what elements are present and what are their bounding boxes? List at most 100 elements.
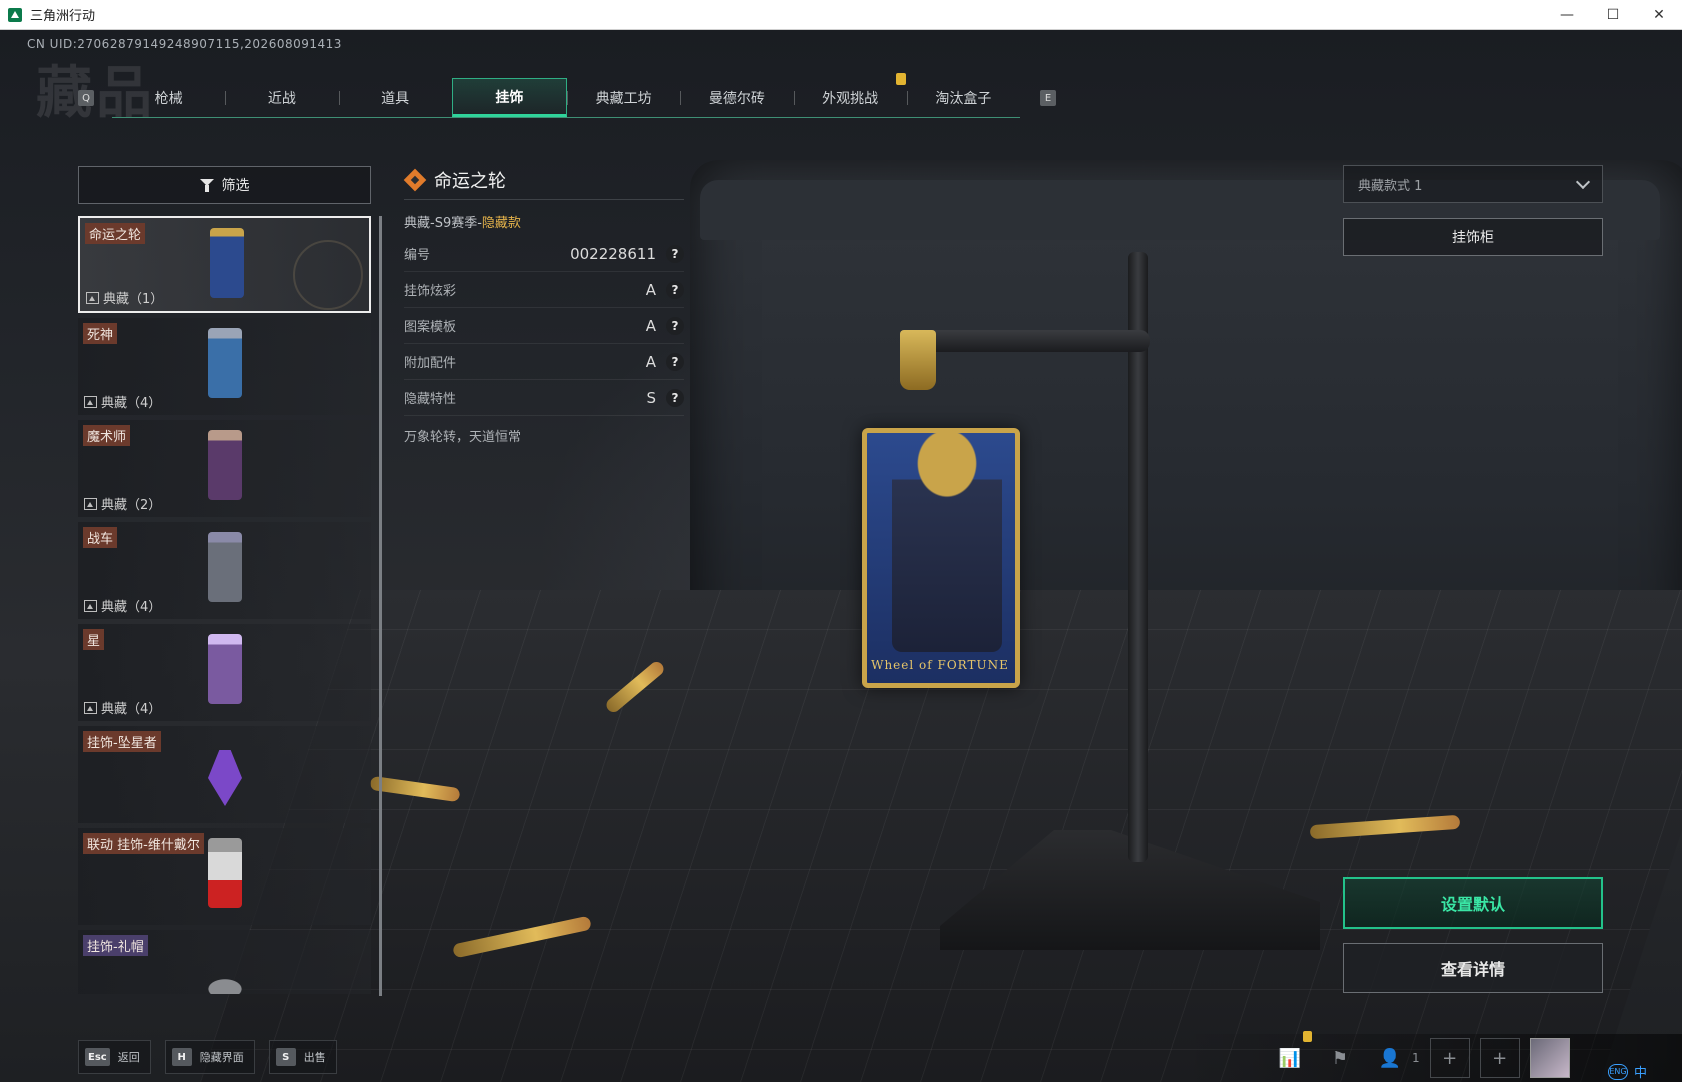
maximize-button[interactable]: ☐	[1590, 0, 1636, 30]
chevron-down-icon	[1575, 174, 1591, 189]
list-item[interactable]: 联动 挂饰-维什戴尔	[78, 828, 371, 925]
attr-value: A	[645, 316, 656, 335]
help-button[interactable]: ?	[666, 388, 684, 407]
sell-button[interactable]: S 出售	[268, 1040, 337, 1074]
status-bar: 📊 ⚑ 👤 1 + +	[1180, 1034, 1682, 1082]
item-name-tag: 死神	[83, 323, 118, 344]
list-item[interactable]: 挂饰-礼帽	[78, 930, 371, 994]
attr-label: 图案模板	[404, 320, 457, 335]
tab-appearance-challenge[interactable]: 外观挑战	[793, 78, 907, 117]
item-thumbnail	[208, 634, 242, 704]
player-avatar[interactable]	[1529, 1038, 1570, 1078]
tab-mandel-bricks[interactable]: 曼德尔砖	[680, 78, 793, 117]
attr-label: 挂饰炫彩	[404, 284, 457, 299]
item-name-tag: 战车	[83, 527, 118, 548]
tab-guns[interactable]: 枪械	[112, 78, 225, 117]
item-thumbnail	[208, 328, 242, 398]
attr-row-serial: 编号 002228611 ?	[404, 236, 684, 272]
help-button[interactable]: ?	[666, 244, 684, 263]
hint-label: 隐藏界面	[199, 1051, 244, 1064]
collection-icon	[84, 497, 97, 510]
item-emblem-watermark	[293, 240, 363, 310]
stats-icon[interactable]: 📊	[1270, 1038, 1310, 1078]
tab-notification-badge	[896, 73, 906, 85]
help-button[interactable]: ?	[666, 352, 684, 371]
detail-description: 万象轮转，天道恒常	[404, 430, 522, 445]
collection-icon	[84, 395, 97, 408]
tab-prev-key[interactable]: Q	[78, 90, 94, 106]
item-thumbnail	[208, 736, 242, 806]
item-thumbnail	[208, 532, 242, 602]
item-thumbnail	[208, 940, 242, 994]
ime-indicator[interactable]: ENG 中	[1608, 1062, 1647, 1081]
friends-icon[interactable]: 👤	[1370, 1038, 1410, 1078]
add-slot-button[interactable]: +	[1429, 1038, 1470, 1078]
hint-key: Esc	[85, 1048, 110, 1066]
item-count-label: 典藏（4）	[101, 396, 162, 411]
hide-ui-button[interactable]: H 隐藏界面	[164, 1040, 255, 1074]
tab-melee[interactable]: 近战	[225, 78, 338, 117]
item-count-label: 典藏（4）	[101, 600, 162, 615]
list-item[interactable]: 挂饰-坠星者	[78, 726, 371, 823]
detail-title: 命运之轮	[434, 170, 506, 192]
attr-value: S	[646, 388, 656, 407]
friends-count: 1	[1412, 1051, 1420, 1065]
item-thumbnail	[208, 430, 242, 500]
collection-icon	[84, 599, 97, 612]
item-collection-count: 典藏（4）	[84, 596, 161, 615]
style-select-value: 典藏款式 1	[1358, 178, 1423, 194]
list-item[interactable]: 战车 典藏（4）	[78, 522, 371, 619]
hint-label: 出售	[303, 1051, 326, 1064]
item-name-tag: 挂饰-礼帽	[83, 935, 148, 956]
rarity-diamond-icon	[404, 169, 426, 191]
tab-next-key[interactable]: E	[1040, 90, 1056, 106]
tab-elimination-box[interactable]: 淘汰盒子	[906, 78, 1020, 117]
window-title: 三角洲行动	[30, 9, 96, 24]
item-count-label: 典藏（1）	[103, 292, 164, 307]
add-slot-button[interactable]: +	[1479, 1038, 1520, 1078]
help-button[interactable]: ?	[666, 280, 684, 299]
collection-icon	[84, 701, 97, 714]
attr-label: 编号	[404, 248, 431, 263]
charm-list[interactable]: 命运之轮 典藏（1） 死神 典藏（4） 魔术师 典藏（2） 战车 典藏（4） 星	[78, 216, 371, 994]
charm-caption: Wheel of FORTUNE	[871, 658, 1009, 672]
item-collection-count: 典藏（1）	[86, 288, 163, 307]
list-scrollbar-thumb[interactable]	[379, 216, 382, 996]
charm-hook	[900, 330, 936, 390]
back-button[interactable]: Esc 返回	[78, 1040, 151, 1074]
item-thumbnail	[208, 838, 242, 908]
tab-workshop[interactable]: 典藏工坊	[567, 78, 680, 117]
style-select-dropdown[interactable]: 典藏款式 1	[1343, 165, 1603, 203]
minimize-button[interactable]: —	[1544, 0, 1590, 30]
close-button[interactable]: ✕	[1636, 0, 1682, 30]
attr-value: A	[645, 352, 656, 371]
view-details-button[interactable]: 查看详情	[1343, 943, 1603, 993]
hint-key: S	[275, 1048, 296, 1066]
list-item[interactable]: 命运之轮 典藏（1）	[78, 216, 371, 313]
ime-badge: ENG	[1608, 1063, 1628, 1080]
list-item[interactable]: 死神 典藏（4）	[78, 318, 371, 415]
collection-icon	[86, 291, 99, 304]
hidden-variant-tag: 隐藏款	[481, 216, 521, 231]
item-thumbnail	[210, 228, 244, 298]
item-name-tag: 魔术师	[83, 425, 131, 446]
item-collection-count: 典藏（2）	[84, 494, 161, 513]
attr-row-pattern: 图案模板 A ?	[404, 308, 684, 344]
window-titlebar: 三角洲行动 — ☐ ✕	[0, 0, 1682, 30]
help-button[interactable]: ?	[666, 316, 684, 335]
tab-gear[interactable]: 道具	[338, 78, 452, 117]
item-count-label: 典藏（2）	[101, 498, 162, 513]
hint-key: H	[171, 1048, 192, 1066]
filter-button[interactable]: 筛选	[78, 166, 371, 204]
list-item[interactable]: 魔术师 典藏（2）	[78, 420, 371, 517]
detail-title-row: 命运之轮	[404, 160, 684, 200]
charm-cabinet-button[interactable]: 挂饰柜	[1343, 218, 1603, 256]
flag-icon[interactable]: ⚑	[1320, 1038, 1360, 1078]
tab-charms[interactable]: 挂饰	[451, 78, 567, 117]
list-item[interactable]: 星 典藏（4）	[78, 624, 371, 721]
item-collection-count: 典藏（4）	[84, 698, 161, 717]
item-name-tag: 联动 挂饰-维什戴尔	[83, 833, 204, 854]
set-default-button[interactable]: 设置默认	[1343, 877, 1603, 929]
item-name-tag: 挂饰-坠星者	[83, 731, 161, 752]
filter-label: 筛选	[221, 178, 250, 194]
